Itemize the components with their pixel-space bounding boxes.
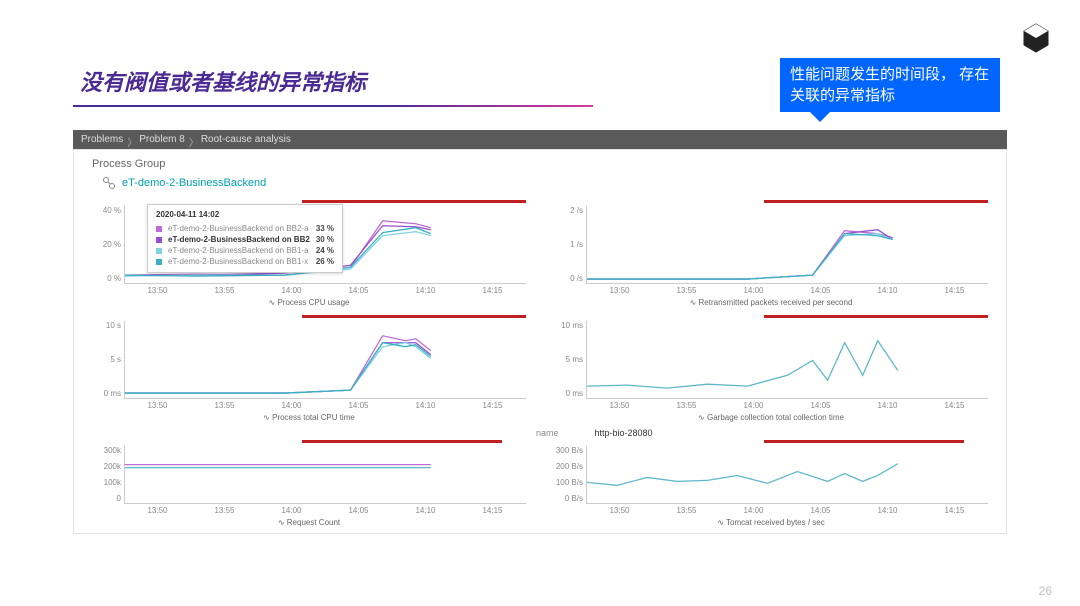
slide-header: 没有阀值或者基线的异常指标 性能问题发生的时间段， 存在关联的异常指标 — [0, 0, 1080, 130]
anomaly-bar — [764, 200, 988, 203]
anomaly-bar — [302, 315, 526, 318]
y-axis-labels: 10 s5 s0 ms — [93, 321, 121, 398]
chart-cpu-usage: 40 %20 %0 % 13:5013:5514:0014:0514:1014:… — [92, 200, 526, 313]
process-group-link[interactable]: eT-demo-2-BusinessBackend — [102, 176, 988, 190]
x-axis-labels: 13:5013:5514:0014:0514:1014:15 — [124, 286, 526, 295]
chart-caption: Tomcat received bytes / sec — [554, 518, 988, 527]
chart-lines — [587, 446, 988, 503]
chart-caption: Garbage collection total collection time — [554, 413, 988, 422]
y-axis-labels: 300 B/s200 B/s100 B/s0 B/s — [555, 446, 583, 503]
y-axis-labels: 40 %20 %0 % — [93, 206, 121, 283]
charts-grid: 40 %20 %0 % 13:5013:5514:0014:0514:1014:… — [92, 200, 988, 533]
x-axis-labels: 13:5013:5514:0014:0514:1014:15 — [586, 286, 988, 295]
chart-tooltip: 2020-04-11 14:02 eT-demo-2-BusinessBacke… — [147, 204, 343, 273]
chart-request-count: 300k200k100k0 13:5013:5514:0014:0514:101… — [92, 440, 526, 533]
sub-row: namehttp-bio-28080 — [536, 428, 988, 438]
cube-logo-icon — [1020, 22, 1052, 54]
breadcrumb-item[interactable]: Problem 8 — [131, 134, 193, 145]
x-axis-labels: 13:5013:5514:0014:0514:1014:15 — [586, 506, 988, 515]
tooltip-timestamp: 2020-04-11 14:02 — [156, 210, 334, 219]
chart-caption: Request Count — [92, 518, 526, 527]
chart-retransmitted: 2 /s1 /s0 /s 13:5013:5514:0014:0514:1014… — [554, 200, 988, 313]
breadcrumb-item[interactable]: Root-cause analysis — [193, 134, 299, 145]
page-title: 没有阀值或者基线的异常指标 — [80, 65, 366, 97]
chart-caption: Retransmitted packets received per secon… — [554, 298, 988, 307]
swatch-icon — [156, 259, 162, 265]
swatch-icon — [156, 248, 162, 254]
chart-lines — [125, 446, 526, 503]
process-group-link-text: eT-demo-2-BusinessBackend — [122, 177, 266, 189]
anomaly-bar — [764, 315, 988, 318]
content-panel: Process Group eT-demo-2-BusinessBackend … — [73, 149, 1007, 534]
x-axis-labels: 13:5013:5514:0014:0514:1014:15 — [586, 401, 988, 410]
chart-gc: 10 ms5 ms0 ms 13:5013:5514:0014:0514:101… — [554, 315, 988, 438]
chart-lines — [125, 321, 526, 398]
y-axis-labels: 10 ms5 ms0 ms — [555, 321, 583, 398]
tooltip-row: eT-demo-2-BusinessBackend on BB230 % — [156, 234, 334, 245]
process-icon — [102, 176, 116, 190]
breadcrumb: Problems Problem 8 Root-cause analysis — [73, 130, 1007, 149]
x-axis-labels: 13:5013:5514:0014:0514:1014:15 — [124, 506, 526, 515]
anomaly-bar — [302, 440, 502, 443]
chart-tomcat-bytes: 300 B/s200 B/s100 B/s0 B/s 13:5013:5514:… — [554, 440, 988, 533]
breadcrumb-item[interactable]: Problems — [73, 134, 131, 145]
y-axis-labels: 2 /s1 /s0 /s — [555, 206, 583, 283]
y-axis-labels: 300k200k100k0 — [93, 446, 121, 503]
chart-cpu-total: 10 s5 s0 ms 13:5013:5514:0014:0514:1014:… — [92, 315, 526, 438]
swatch-icon — [156, 237, 162, 243]
chart-lines — [587, 321, 988, 398]
page-number: 26 — [1039, 584, 1052, 598]
process-group-label: Process Group — [92, 158, 988, 170]
title-underline — [73, 105, 593, 107]
chart-caption: Process CPU usage — [92, 298, 526, 307]
chart-caption: Process total CPU time — [92, 413, 526, 422]
anomaly-bar — [302, 200, 526, 203]
tooltip-row: eT-demo-2-BusinessBackend on BB1-x26 % — [156, 256, 334, 267]
swatch-icon — [156, 226, 162, 232]
chart-lines — [587, 206, 988, 283]
tooltip-row: eT-demo-2-BusinessBackend on BB1-a24 % — [156, 245, 334, 256]
anomaly-bar — [764, 440, 964, 443]
tooltip-row: eT-demo-2-BusinessBackend on BB2-a33 % — [156, 223, 334, 234]
callout-box: 性能问题发生的时间段， 存在关联的异常指标 — [780, 58, 1000, 112]
x-axis-labels: 13:5013:5514:0014:0514:1014:15 — [124, 401, 526, 410]
